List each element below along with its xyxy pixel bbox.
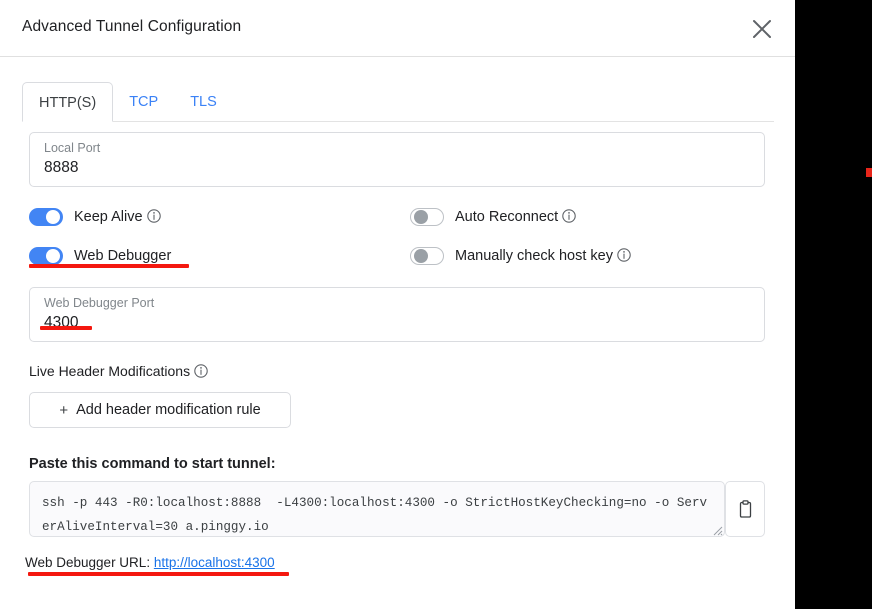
auto-reconnect-switch[interactable]: [410, 208, 444, 226]
manually-check-host-key-label: Manually check host key: [455, 248, 631, 264]
paste-command-heading: Paste this command to start tunnel:: [29, 456, 276, 472]
add-rule-label: Add header modification rule: [76, 402, 261, 418]
manually-check-host-key-text: Manually check host key: [455, 248, 613, 264]
switch-knob: [414, 210, 428, 224]
info-icon[interactable]: [617, 248, 631, 262]
switch-knob: [46, 249, 60, 263]
web-debugger-port-field[interactable]: Web Debugger Port 4300: [29, 287, 765, 342]
switch-knob: [414, 249, 428, 263]
annotation-underline-web-debugger-url: [28, 572, 289, 576]
page-title: Advanced Tunnel Configuration: [22, 18, 242, 35]
web-debugger-url-link[interactable]: http://localhost:4300: [154, 555, 275, 570]
live-header-modifications-section: Live Header Modifications: [29, 363, 208, 379]
web-debugger-url-prefix: Web Debugger URL:: [25, 555, 151, 570]
toggle-web-debugger[interactable]: Web Debugger: [29, 247, 171, 265]
toggle-keep-alive[interactable]: Keep Alive: [29, 208, 161, 226]
keep-alive-label: Keep Alive: [74, 209, 161, 225]
auto-reconnect-label: Auto Reconnect: [455, 209, 576, 225]
info-icon[interactable]: [146, 209, 161, 223]
keep-alive-switch[interactable]: [29, 208, 63, 226]
local-port-field[interactable]: Local Port 8888: [29, 132, 765, 187]
copy-command-button[interactable]: [725, 481, 765, 537]
manually-check-host-key-switch[interactable]: [410, 247, 444, 265]
web-debugger-label: Web Debugger: [74, 248, 172, 264]
annotation-underline-web-debugger: [29, 264, 189, 268]
close-icon[interactable]: [747, 14, 777, 44]
annotation-red-marker: [866, 168, 872, 177]
dialog-header: Advanced Tunnel Configuration: [0, 0, 795, 57]
advanced-tunnel-configuration-dialog: Advanced Tunnel Configuration HTTP(S) TC…: [0, 0, 795, 609]
clipboard-icon: [739, 499, 751, 518]
toggle-manually-check-host-key[interactable]: Manually check host key: [410, 247, 631, 265]
screen: Advanced Tunnel Configuration HTTP(S) TC…: [0, 0, 872, 609]
annotation-underline-web-debugger-port: [40, 326, 92, 330]
web-debugger-port-label: Web Debugger Port: [44, 296, 155, 310]
local-port-value: 8888: [44, 159, 79, 176]
tab-https[interactable]: HTTP(S): [22, 82, 114, 122]
toggle-auto-reconnect[interactable]: Auto Reconnect: [410, 208, 576, 226]
tab-bar: HTTP(S) TCP TLS: [22, 82, 233, 122]
tab-tls[interactable]: TLS: [174, 82, 233, 122]
ssh-command-textarea[interactable]: ssh -p 443 -R0:localhost:8888 -L4300:loc…: [29, 481, 725, 537]
plus-icon: +: [59, 401, 69, 419]
web-debugger-switch[interactable]: [29, 247, 63, 265]
tab-tcp[interactable]: TCP: [113, 82, 174, 122]
info-icon[interactable]: [562, 209, 576, 223]
switch-knob: [46, 210, 60, 224]
live-header-modifications-label: Live Header Modifications: [29, 363, 191, 379]
add-header-modification-rule-button[interactable]: + Add header modification rule: [29, 392, 291, 428]
auto-reconnect-text: Auto Reconnect: [455, 209, 559, 225]
local-port-label: Local Port: [44, 141, 101, 155]
web-debugger-url-line: Web Debugger URL: http://localhost:4300: [25, 555, 275, 570]
keep-alive-text: Keep Alive: [74, 209, 143, 225]
info-icon[interactable]: [194, 364, 208, 378]
